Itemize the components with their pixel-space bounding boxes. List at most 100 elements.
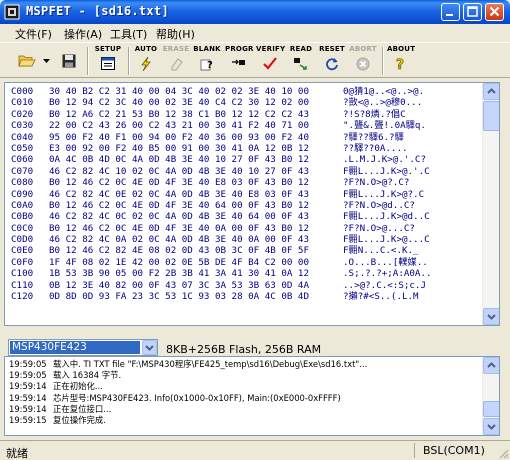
log-entry: 19:59:14 芯片型号:MSP430FE423. Info(0x1000-0x…: [9, 393, 481, 404]
hex-row[interactable]: C030 22 00 C2 43 26 00 C2 43 21 00 30 41 …: [11, 120, 485, 131]
scroll-thumb[interactable]: [483, 101, 499, 131]
refresh-icon: [326, 58, 338, 71]
log-message: 复位操作完成.: [53, 414, 106, 425]
chevron-down-icon: [145, 345, 154, 351]
device-dropdown-button[interactable]: [142, 340, 157, 355]
hex-bytes: B0 12 A6 C2 21 53 B0 12 38 C1 B0 12 12 C…: [49, 108, 309, 120]
save-button[interactable]: [59, 45, 79, 77]
read-chip-icon: [294, 58, 307, 70]
log-message: 正在初始化...: [53, 381, 103, 392]
erase-label: ERASE: [162, 45, 190, 53]
hex-ascii: .S;.?.?+;A:A0A..: [343, 268, 432, 280]
hex-address: C0F0: [11, 256, 34, 268]
hex-vertical-scrollbar[interactable]: [482, 83, 499, 325]
app-icon: [4, 4, 20, 20]
window-title: MSPFET - [sd16.txt]: [26, 4, 169, 18]
hex-bytes: B0 12 46 C2 82 4E 08 02 0D 43 0B 3C 0F 4…: [49, 245, 309, 257]
hex-row[interactable]: C020 B0 12 A6 C2 21 53 B0 12 38 C1 B0 12 …: [11, 109, 485, 120]
open-file-button[interactable]: [16, 45, 38, 77]
device-select[interactable]: MSP430FE423: [8, 339, 158, 356]
arrow-up-icon: [487, 88, 496, 94]
svg-text:?: ?: [207, 60, 213, 71]
arrow-up-icon: [487, 362, 496, 368]
log-panel[interactable]: 19:59:05 载入中. TI TXT file "F:\MSP430程序\FE…: [4, 356, 500, 436]
hex-row[interactable]: C0A0 B0 12 46 C2 0C 4E 0D 4F 3E 40 64 00 …: [11, 200, 485, 211]
abort-button[interactable]: ABORT: [349, 45, 377, 77]
memory-hex-view[interactable]: C000 30 40 B2 C2 31 40 00 04 3C 40 02 02 …: [4, 82, 500, 326]
menu-tools[interactable]: 工具(T): [110, 26, 147, 42]
reset-button[interactable]: RESET: [318, 45, 346, 77]
scroll-up-button[interactable]: [483, 83, 499, 100]
log-rows: 19:59:05 载入中. TI TXT file "F:\MSP430程序\FE…: [9, 359, 481, 426]
hex-bytes: 1F 4F 08 02 1E 42 00 02 0E 5B DE 4F B4 C…: [49, 256, 309, 268]
hex-row[interactable]: C070 46 C2 82 4C 10 02 0C 4A 0D 4B 3E 40 …: [11, 166, 485, 177]
scroll-down-button[interactable]: [483, 418, 499, 435]
hex-row[interactable]: C080 B0 12 46 C2 0C 4E 0D 4F 3E 40 E8 03 …: [11, 177, 485, 188]
read-button[interactable]: READ: [288, 45, 314, 77]
menu-file[interactable]: 文件(F): [15, 26, 52, 42]
program-button[interactable]: PROGR: [225, 45, 253, 77]
hex-bytes: 0A 4C 0B 4D 0C 4A 0D 4B 3E 40 10 27 0F 4…: [49, 154, 309, 166]
log-entry: 19:59:14 正在复位接口...: [9, 404, 481, 415]
hex-bytes: B0 12 46 C2 0C 4E 0D 4F 3E 40 0A 00 0F 4…: [49, 222, 309, 234]
log-vertical-scrollbar[interactable]: [482, 357, 499, 435]
hex-ascii: ?驛??驛6.?驛: [343, 131, 404, 143]
hex-row[interactable]: C040 95 00 F2 40 F1 00 94 00 F2 40 36 00 …: [11, 132, 485, 143]
hex-ascii: ?!S?8燐.?倡C: [343, 108, 406, 120]
hex-ascii: 0@猜1@..<@..>@.: [343, 86, 425, 97]
hex-row[interactable]: C0B0 46 C2 82 4C 0C 02 0C 4A 0D 4B 3E 40 …: [11, 211, 485, 222]
menu-bar: 文件(F) 操作(A) 工具(T) 帮助(H): [0, 24, 510, 41]
auto-button[interactable]: AUTO: [133, 45, 159, 77]
hex-row[interactable]: C050 E3 00 92 00 F2 40 B5 00 91 00 30 41 …: [11, 143, 485, 154]
hex-ascii: ?F?N.O>@d..C?: [343, 199, 415, 211]
log-timestamp: 19:59:14: [9, 392, 47, 403]
eraser-icon: [171, 58, 183, 71]
hex-address: C020: [11, 108, 34, 120]
hex-row[interactable]: C100 1B 53 3B 90 05 00 F2 2B 3B 41 3A 41 …: [11, 268, 485, 279]
hex-row[interactable]: C0E0 B0 12 46 C2 82 4E 08 02 0D 43 0B 3C …: [11, 245, 485, 256]
hex-bytes: E3 00 92 00 F2 40 B5 00 91 00 30 41 0A 1…: [49, 142, 309, 154]
hex-row[interactable]: C0F0 1F 4F 08 02 1E 42 00 02 0E 5B DE 4F …: [11, 257, 485, 268]
log-entry: 19:59:15 复位操作完成.: [9, 415, 481, 426]
blank-check-button[interactable]: BLANK ?: [193, 45, 221, 77]
scroll-thumb[interactable]: [483, 401, 499, 417]
hex-address: C120: [11, 291, 34, 303]
toolbar-separator: [87, 47, 89, 75]
scroll-down-button[interactable]: [483, 308, 499, 325]
setup-label: SETUP: [94, 45, 122, 53]
scroll-up-button[interactable]: [483, 357, 499, 374]
minimize-button[interactable]: [441, 3, 460, 21]
hex-row[interactable]: C110 0B 12 3E 40 82 00 0F 43 07 3C 3A 53 …: [11, 280, 485, 291]
toolbar: SETUP AUTO ERASE BLANK ? PROGR VERIFY RE…: [0, 42, 510, 78]
hex-ascii: F翾L...J.K>@...C: [343, 234, 430, 246]
hex-row[interactable]: C120 0D 8D 0D 93 FA 23 3C 53 1C 93 03 28 …: [11, 291, 485, 302]
hex-row[interactable]: C090 46 C2 82 4C 0E 02 0C 4A 0D 4B 3E 40 …: [11, 189, 485, 200]
hex-ascii: ?敳<@..>@穆0...: [343, 97, 423, 109]
erase-button[interactable]: ERASE: [162, 45, 190, 77]
device-selected-value: MSP430FE423: [10, 341, 140, 354]
menu-help[interactable]: 帮助(H): [156, 26, 195, 42]
hex-row[interactable]: C0D0 46 C2 82 4C 0A 02 0C 4A 0D 4B 3E 40 …: [11, 234, 485, 245]
log-entry: 19:59:14 正在初始化...: [9, 381, 481, 392]
close-button[interactable]: [485, 3, 504, 21]
title-bar[interactable]: MSPFET - [sd16.txt]: [0, 0, 510, 24]
setup-button[interactable]: SETUP: [93, 45, 123, 77]
hex-address: C030: [11, 120, 34, 132]
connection-status: BSL(COM1): [414, 443, 494, 458]
help-question-icon: ?: [396, 57, 405, 71]
maximize-button[interactable]: [463, 3, 482, 21]
hex-row[interactable]: C010 B0 12 94 C2 3C 40 00 02 3E 40 C4 C2 …: [11, 97, 485, 108]
open-dropdown-button[interactable]: [41, 45, 51, 77]
hex-address: C100: [11, 268, 34, 280]
hex-bytes: B0 12 46 C2 0C 4E 0D 4F 3E 40 E8 03 0F 4…: [49, 177, 309, 189]
hex-ascii: ?F?N.O>@...C?: [343, 222, 415, 234]
hex-row[interactable]: C0C0 B0 12 46 C2 0C 4E 0D 4F 3E 40 0A 00 …: [11, 223, 485, 234]
verify-button[interactable]: VERIFY: [256, 45, 285, 77]
log-entry: 19:59:05 载入中. TI TXT file "F:\MSP430程序\FE…: [9, 359, 481, 370]
menu-action[interactable]: 操作(A): [64, 26, 102, 42]
about-button[interactable]: ABOUT ?: [387, 45, 415, 77]
hex-bytes: 95 00 F2 40 F1 00 94 00 F2 40 36 00 93 0…: [49, 131, 309, 143]
resize-grip-icon[interactable]: [497, 447, 509, 459]
hex-row[interactable]: C000 30 40 B2 C2 31 40 00 04 3C 40 02 02 …: [11, 86, 485, 97]
hex-row[interactable]: C060 0A 4C 0B 4D 0C 4A 0D 4B 3E 40 10 27 …: [11, 154, 485, 165]
